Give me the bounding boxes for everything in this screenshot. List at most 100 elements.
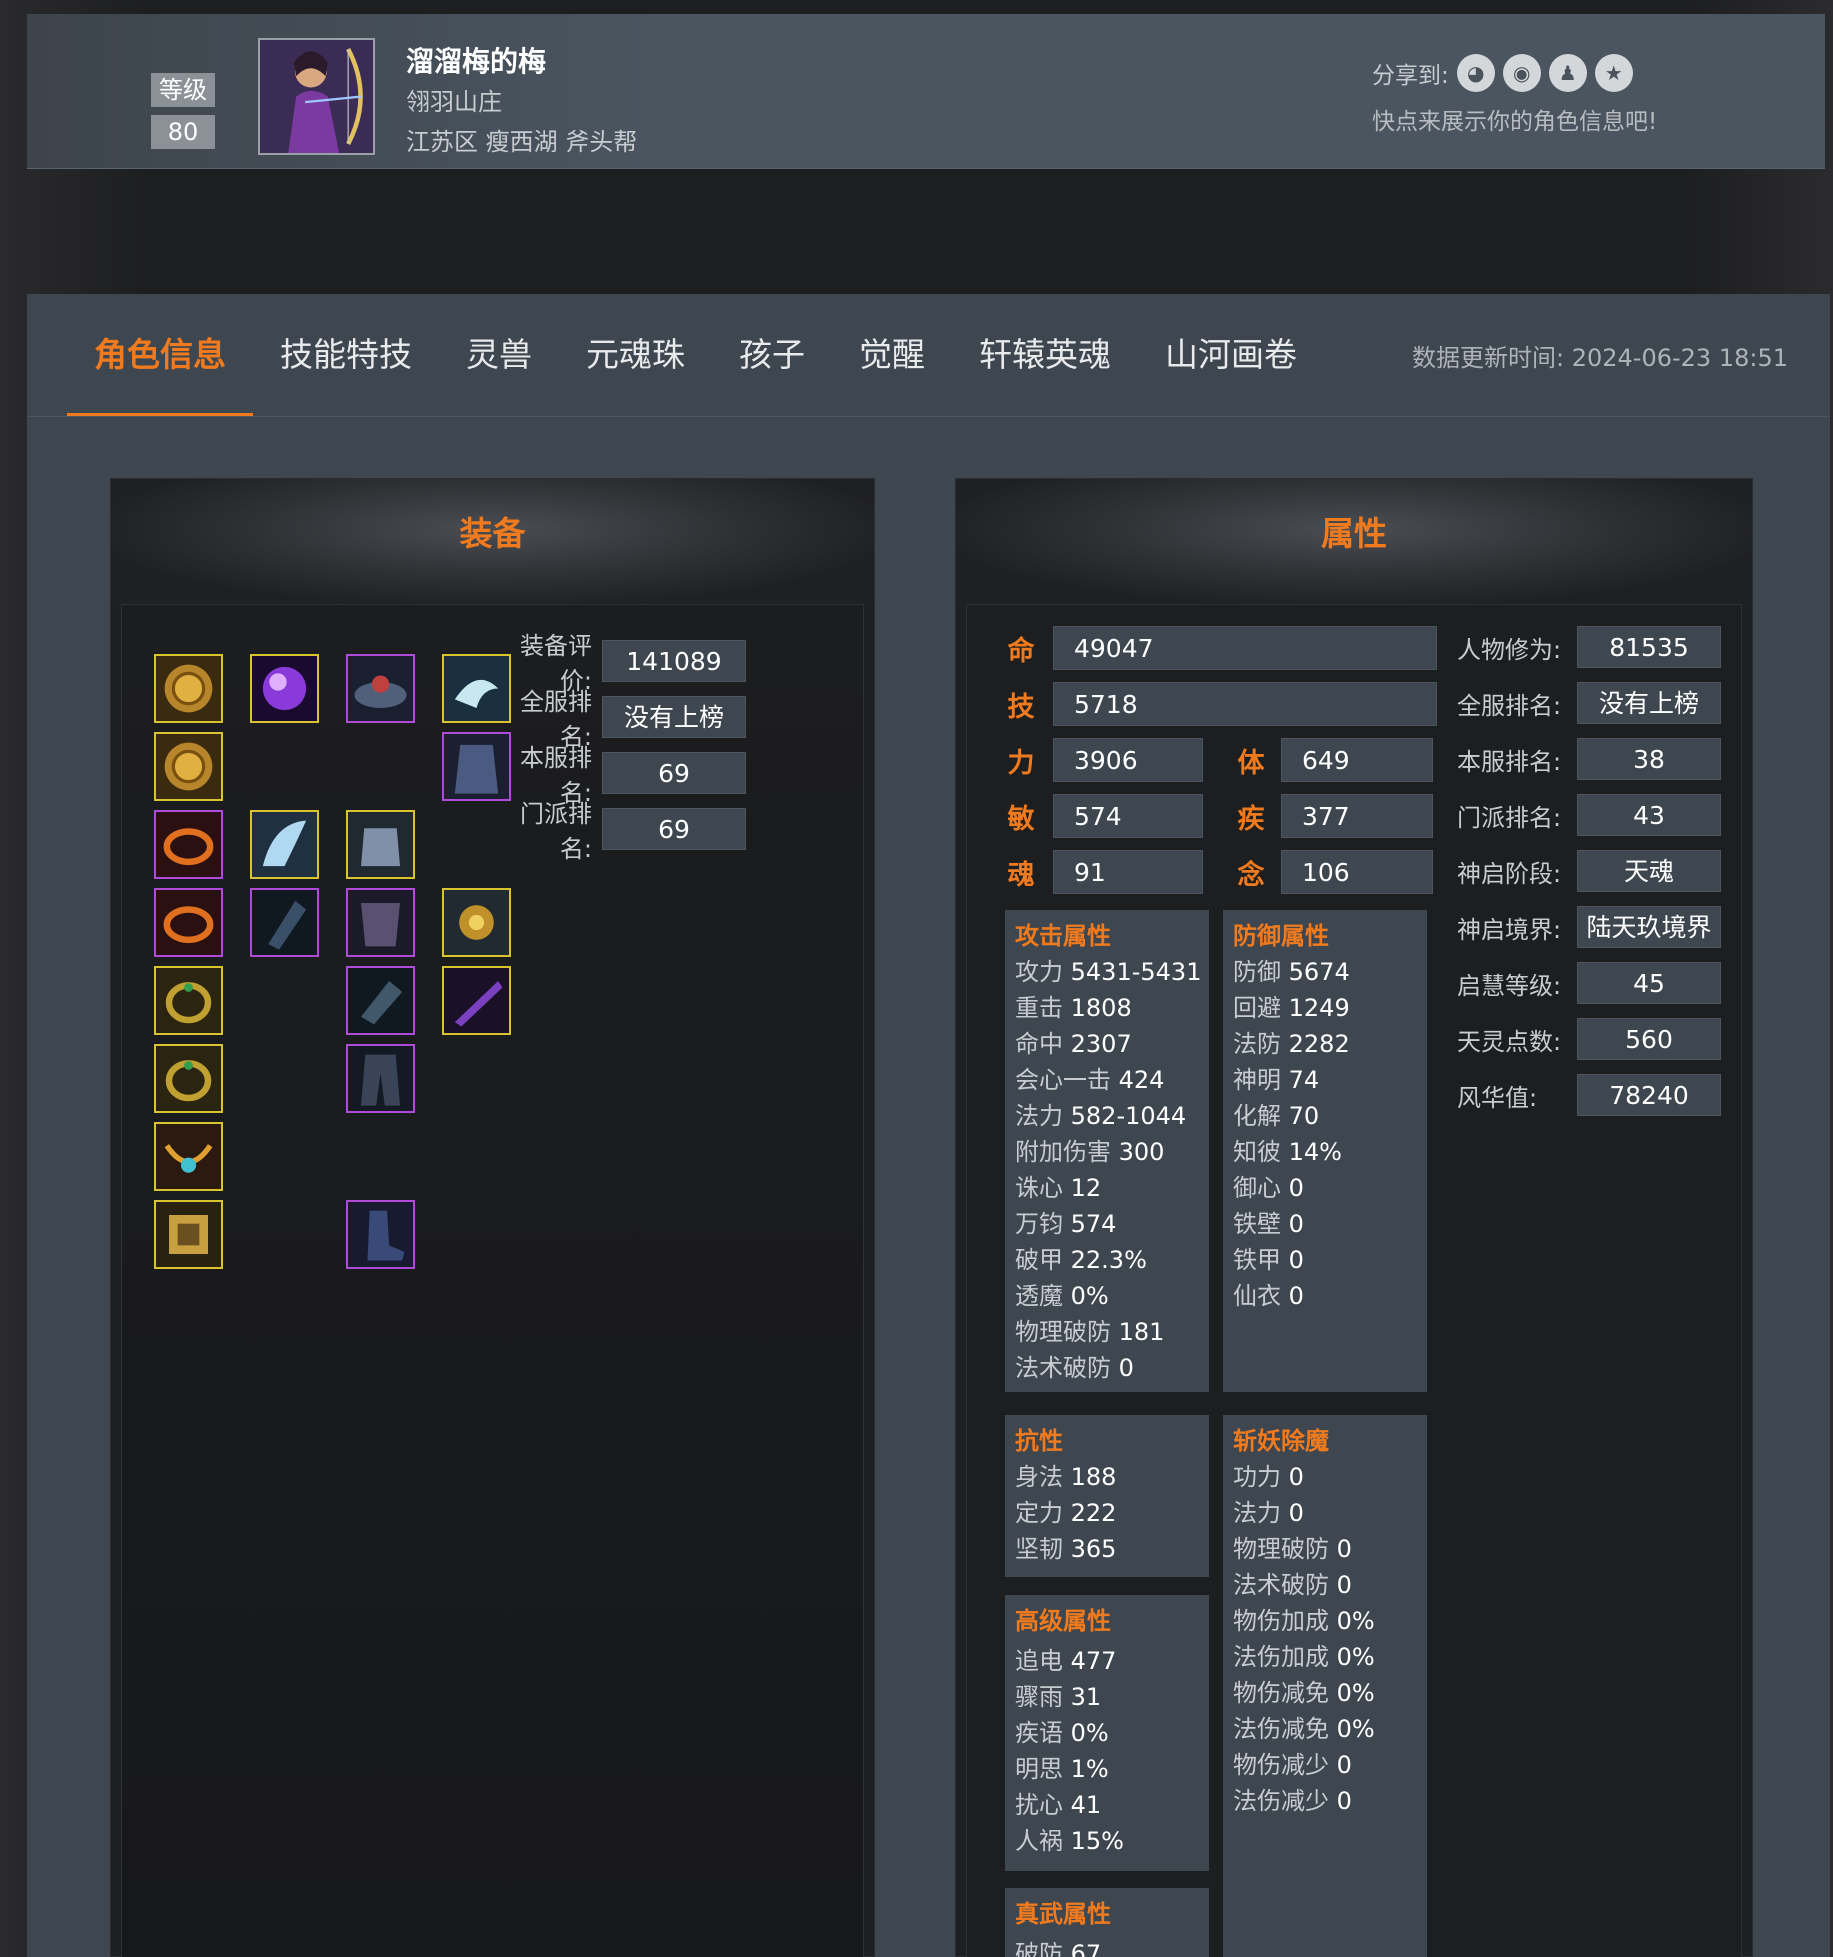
cultivation-value: 38 bbox=[1577, 738, 1721, 780]
cultivation-row: 天灵点数: 560 bbox=[1457, 1018, 1721, 1060]
equip-slot-bracelet-1[interactable] bbox=[154, 966, 223, 1035]
share-bar: 分享到: ◕ ◉ ♟ ★ bbox=[1372, 54, 1633, 92]
attribute-value: 0% bbox=[1336, 1607, 1375, 1635]
rating-school-label: 门派排名: bbox=[520, 800, 592, 863]
cultivation-row: 神启境界: 陆天玖境界 bbox=[1457, 906, 1721, 948]
equip-slot-weapon[interactable] bbox=[442, 966, 511, 1035]
attribute-line: 攻力 5431-5431 bbox=[1015, 954, 1201, 990]
cultivation-row: 人物修为: 81535 bbox=[1457, 626, 1721, 668]
cultivation-value: 天魂 bbox=[1577, 850, 1721, 892]
tab-shanhe-scroll[interactable]: 山河画卷 bbox=[1138, 294, 1324, 416]
attribute-name: 法术破防 bbox=[1233, 1571, 1337, 1599]
attribute-value: 2307 bbox=[1070, 1030, 1132, 1058]
equip-slot-amulet-1[interactable] bbox=[154, 654, 223, 723]
attribute-line: 身法 188 bbox=[1015, 1459, 1199, 1495]
attribute-name: 物伤减少 bbox=[1233, 1751, 1337, 1779]
tab-soul-orb[interactable]: 元魂珠 bbox=[559, 294, 712, 416]
attribute-line: 物理破防 0 bbox=[1233, 1531, 1417, 1567]
cultivation-label: 门派排名: bbox=[1457, 803, 1562, 832]
attribute-value: 222 bbox=[1070, 1499, 1117, 1527]
attribute-line: 会心一击 424 bbox=[1015, 1062, 1199, 1098]
equip-slot-bracelet-2[interactable] bbox=[154, 1044, 223, 1113]
avatar bbox=[258, 38, 375, 155]
attribute-value: 12 bbox=[1070, 1174, 1102, 1202]
attribute-name: 法伤加成 bbox=[1233, 1643, 1337, 1671]
attribute-value: 181 bbox=[1118, 1318, 1165, 1346]
advanced-list: 追电 477 骤雨 31 疾语 0% 明思 1% 扰心 41 人祸 15% bbox=[1015, 1643, 1199, 1859]
attribute-line: 疾语 0% bbox=[1015, 1715, 1199, 1751]
attribute-name: 疾语 bbox=[1015, 1719, 1071, 1747]
tab-awakening[interactable]: 觉醒 bbox=[832, 294, 952, 416]
attribute-value: 0 bbox=[1288, 1210, 1304, 1238]
attribute-line: 物伤减免 0% bbox=[1233, 1675, 1417, 1711]
cultivation-label: 神启境界: bbox=[1457, 915, 1562, 944]
attribute-value: 0 bbox=[1288, 1246, 1304, 1274]
stat-constitution: 体 649 bbox=[1231, 738, 1433, 782]
weibo-icon[interactable]: ◉ bbox=[1502, 54, 1541, 92]
attribute-value: 0 bbox=[1336, 1751, 1352, 1779]
tab-children[interactable]: 孩子 bbox=[712, 294, 832, 416]
qzone-icon[interactable]: ★ bbox=[1594, 54, 1633, 92]
attribute-name: 身法 bbox=[1015, 1463, 1071, 1491]
rating-server-value: 69 bbox=[602, 752, 746, 794]
attribute-line: 物伤减少 0 bbox=[1233, 1747, 1417, 1783]
attribute-value: 0% bbox=[1070, 1282, 1109, 1310]
attribute-name: 附加伤害 bbox=[1015, 1138, 1119, 1166]
equip-slot-chest[interactable] bbox=[346, 888, 415, 957]
stat-value: 377 bbox=[1281, 794, 1433, 838]
attribute-line: 法伤加成 0% bbox=[1233, 1639, 1417, 1675]
stat-key: 念 bbox=[1237, 859, 1265, 891]
tab-character-info[interactable]: 角色信息 bbox=[67, 294, 253, 416]
attribute-value: 300 bbox=[1118, 1138, 1165, 1166]
equip-slot-pants[interactable] bbox=[346, 1044, 415, 1113]
level-value: 80 bbox=[151, 115, 215, 149]
attribute-value: 1249 bbox=[1288, 994, 1350, 1022]
attribute-name: 明思 bbox=[1015, 1755, 1071, 1783]
advanced-attributes-box: 高级属性 追电 477 骤雨 31 疾语 0% 明思 1% 扰心 41 人祸 15% bbox=[1005, 1595, 1209, 1871]
stat-value: 106 bbox=[1281, 850, 1433, 894]
attribute-name: 物伤加成 bbox=[1233, 1607, 1337, 1635]
equip-slot-talisman[interactable] bbox=[154, 1200, 223, 1269]
attribute-name: 重击 bbox=[1015, 994, 1071, 1022]
attribute-line: 物理破防 181 bbox=[1015, 1314, 1199, 1350]
equip-slot-orb[interactable] bbox=[250, 654, 319, 723]
attribute-name: 透魔 bbox=[1015, 1282, 1071, 1310]
attribute-value: 1% bbox=[1070, 1755, 1109, 1783]
tab-xuanyuan[interactable]: 轩辕英魂 bbox=[952, 294, 1138, 416]
attribute-value: 2282 bbox=[1288, 1030, 1350, 1058]
attribute-line: 诛心 12 bbox=[1015, 1170, 1199, 1206]
defense-attributes-box: 防御属性 防御 5674 回避 1249 法防 2282 神明 74 化解 70 知彼 1… bbox=[1223, 910, 1427, 1392]
attribute-value: 0 bbox=[1288, 1282, 1304, 1310]
qq-icon[interactable]: ♟ bbox=[1548, 54, 1587, 92]
stat-value: 574 bbox=[1053, 794, 1203, 838]
attribute-value: 22.3% bbox=[1070, 1246, 1147, 1274]
equip-slot-bracer[interactable] bbox=[250, 888, 319, 957]
attribute-line: 万钧 574 bbox=[1015, 1206, 1199, 1242]
equip-slot-gauntlet[interactable] bbox=[346, 966, 415, 1035]
attribute-line: 破甲 22.3% bbox=[1015, 1242, 1199, 1278]
defense-title: 防御属性 bbox=[1233, 922, 1329, 950]
attribute-line: 法防 2282 bbox=[1233, 1026, 1417, 1062]
tab-skills[interactable]: 技能特技 bbox=[253, 294, 439, 416]
attribute-value: 0 bbox=[1336, 1535, 1352, 1563]
stat-hp: 命 49047 bbox=[1001, 626, 1437, 670]
attribute-line: 扰心 41 bbox=[1015, 1787, 1199, 1823]
demon-slaying-box: 斩妖除魔 功力 0 法力 0 物理破防 0 法术破防 0 物伤加成 0% 法伤加成 0% 物… bbox=[1223, 1415, 1427, 1957]
equip-slot-boots[interactable] bbox=[346, 1200, 415, 1269]
equip-slot-amulet-2[interactable] bbox=[154, 732, 223, 801]
equip-slot-helmet[interactable] bbox=[346, 654, 415, 723]
attribute-line: 定力 222 bbox=[1015, 1495, 1199, 1531]
wechat-icon[interactable]: ◕ bbox=[1456, 54, 1495, 92]
equip-slot-ring-1[interactable] bbox=[154, 810, 223, 879]
tab-spirit-beast[interactable]: 灵兽 bbox=[439, 294, 559, 416]
stat-key: 敏 bbox=[1007, 803, 1035, 835]
equip-slot-ring-2[interactable] bbox=[154, 888, 223, 957]
attribute-line: 防御 5674 bbox=[1233, 954, 1417, 990]
attribute-line: 回避 1249 bbox=[1233, 990, 1417, 1026]
equip-slot-armor[interactable] bbox=[346, 810, 415, 879]
equip-slot-gem[interactable] bbox=[442, 888, 511, 957]
equip-slot-necklace[interactable] bbox=[154, 1122, 223, 1191]
equip-slot-wing[interactable] bbox=[250, 810, 319, 879]
cultivation-row: 风华值: 78240 bbox=[1457, 1074, 1721, 1116]
rating-school-value: 69 bbox=[602, 808, 746, 850]
